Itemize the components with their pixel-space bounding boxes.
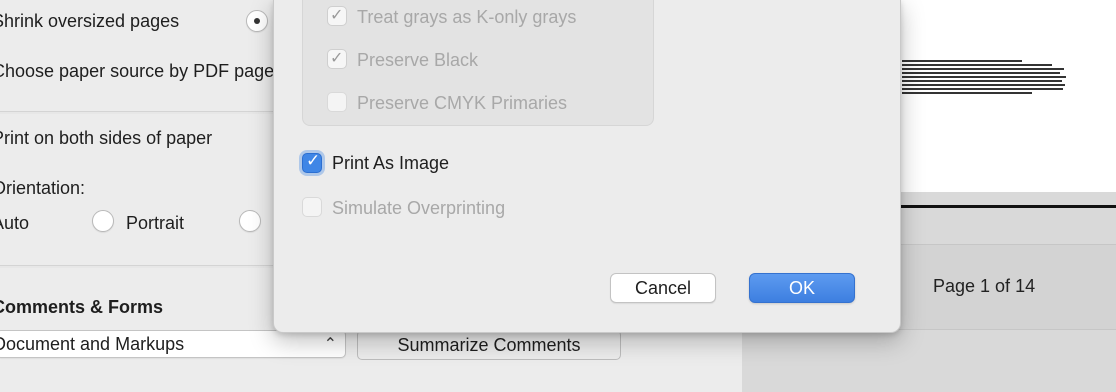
- print-as-image-label[interactable]: Print As Image: [332, 152, 449, 174]
- color-options-group: Treat grays as K-only grays Preserve Bla…: [302, 0, 654, 126]
- simulate-overprinting-checkbox[interactable]: [302, 197, 322, 217]
- advanced-print-dialog: Treat grays as K-only grays Preserve Bla…: [273, 0, 901, 333]
- treat-grays-checkbox[interactable]: [327, 5, 347, 26]
- preserve-cmyk-label: Preserve CMYK Primaries: [357, 93, 568, 113]
- comments-forms-select[interactable]: Document and Markups ⌃: [0, 330, 346, 358]
- ok-button[interactable]: OK: [749, 273, 855, 303]
- preserve-cmyk-checkbox[interactable]: [327, 92, 347, 112]
- preserve-black-label: Preserve Black: [357, 50, 479, 70]
- preview-page-text: [902, 60, 1067, 96]
- summarize-comments-button[interactable]: Summarize Comments: [357, 330, 621, 360]
- preview-divider: [893, 205, 1116, 208]
- orientation-portrait-radio[interactable]: [92, 210, 114, 232]
- paper-source-label[interactable]: Choose paper source by PDF page size: [0, 60, 311, 82]
- orientation-label: Orientation:: [0, 178, 86, 198]
- preview-page-thumbnail: [893, 0, 1116, 192]
- chevron-up-down-icon: ⌃: [323, 336, 337, 353]
- page-indicator: Page 1 of 14: [933, 276, 1036, 296]
- treat-grays-label: Treat grays as K-only grays: [357, 7, 577, 27]
- orientation-auto-label[interactable]: Auto: [0, 212, 29, 234]
- print-both-sides-label[interactable]: Print on both sides of paper: [0, 127, 212, 149]
- shrink-oversized-radio[interactable]: [246, 10, 268, 32]
- orientation-portrait-label[interactable]: Portrait: [126, 212, 184, 234]
- comments-select-value: Document and Markups: [0, 334, 185, 354]
- cancel-button[interactable]: Cancel: [610, 273, 716, 303]
- shrink-oversized-label: Shrink oversized pages: [0, 11, 180, 31]
- preserve-black-checkbox[interactable]: [327, 48, 347, 69]
- comments-forms-header: Comments & Forms: [0, 297, 164, 317]
- simulate-overprinting-label: Simulate Overprinting: [332, 198, 506, 218]
- orientation-landscape-radio[interactable]: [239, 210, 261, 232]
- print-as-image-checkbox[interactable]: [302, 151, 322, 173]
